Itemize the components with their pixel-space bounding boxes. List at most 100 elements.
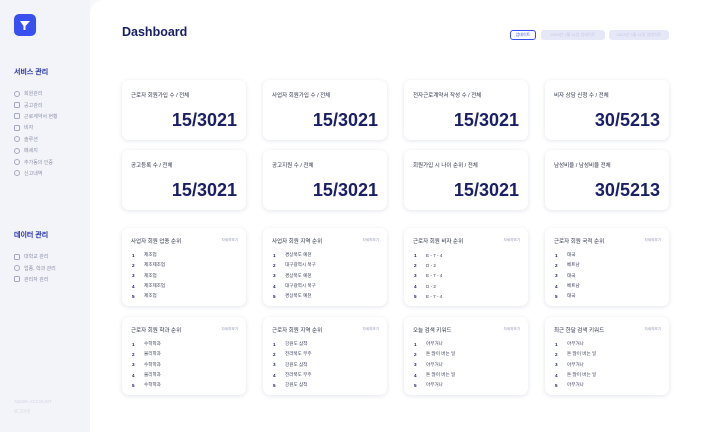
list-item: 5 태국 [555,293,576,299]
list-item: 4 베트남 [555,283,580,289]
list-item: 2 베트남 [555,262,580,268]
user-icon [14,90,20,97]
list-item: 5 제조업 [132,293,157,299]
sidebar-item-message[interactable]: 메세지 [14,145,86,156]
stat-label: 공고지원 수 / 전체 [272,163,314,169]
sidebar-item-visa[interactable]: 비자 [14,122,86,133]
logout-link[interactable]: 로그아웃 [14,409,31,415]
more-link[interactable]: 자세히보기 [221,238,238,243]
tab-update[interactable]: 업데이트 [510,30,536,40]
ranking-title: 오늘 검색 키워드 [413,328,452,334]
stat-value: 15/3021 [312,180,378,200]
ranking-title: 근로자 회원 비자 순위 [413,239,464,245]
sidebar-item-consent[interactable]: 추가동의 인증 [14,156,86,167]
sidebar-item-members[interactable]: 회원관리 [14,88,86,99]
ranking-card: 근로자 회원 비자 순위 자세히보기 1E - 7 - 4 2D - 2 3E … [404,228,528,306]
list-item: 5 아무거나 [414,382,443,388]
list-item: 5 경상북도 예천 [273,293,312,299]
stat-label: 남성비율 / 남성비율 전체 [554,163,611,169]
more-link[interactable]: 자세히보기 [221,327,238,332]
list-item: 4D - 2 [414,283,436,289]
list-item: 1E - 7 - 4 [414,252,443,258]
stat-label: 비자 상담 신청 수 / 전체 [554,93,609,99]
list-item: 3 경상북도 예천 [273,272,312,279]
stat-label: 전자근로계약서 작성 수 / 전체 [413,93,482,99]
list-item: 4 물리학과 [132,372,161,378]
stat-card: 회원가입 시 나이 순위 / 전체 15/3021 [404,150,528,210]
stat-card: 근로자 회원가입 수 / 전체 15/3021 [122,80,246,140]
sidebar-item-jobs[interactable]: 공고관리 [14,99,86,110]
stat-card: 공고지원 수 / 전체 15/3021 [263,150,387,210]
more-link[interactable]: 자세히보기 [362,327,379,332]
list-item: 2돈 많이 버는 일 [555,351,597,357]
stat-value: 15/3021 [312,110,378,130]
tab-date-2[interactable]: 2023년 3월 31일 업데이트 [609,30,669,40]
sidebar-item-university[interactable]: 대학교 관리 [14,251,86,262]
ranking-card: 근로자 회원 지역 순위 자세히보기 1 강원도 삼척 2 전라북도 무주 3 강원도… [263,317,387,395]
ranking-card: 사업자 회원 업종 순위 자세히보기 1 제조업 2 제조제조업 3 제조업 4 제조제… [122,228,246,306]
list-item: 4돈 많이 버는 일 [555,372,597,378]
more-link[interactable]: 자세히보기 [503,238,520,243]
logo-icon[interactable] [14,14,36,36]
ranking-title: 근로자 회원 지역 순위 [272,328,323,334]
stat-card: 남성비율 / 남성비율 전체 30/5213 [545,150,669,210]
chat-icon [14,147,20,154]
sidebar-item-solution[interactable]: 솔루션 [14,134,86,145]
list-item: 3 태국 [555,272,576,279]
ranking-card: 최근 한달 검색 키워드 자세히보기 1 아무거나 2돈 많이 버는 일 3 아무거… [545,317,669,395]
list-item: 1 태국 [555,252,576,258]
list-item: 3 아무거나 [555,361,584,368]
school-icon [14,253,20,260]
data-menu: 대학교 관리 업종, 학과 관리 관리자 관리 [14,251,86,285]
sidebar-item-contracts[interactable]: 근로계약서 현황 [14,111,86,122]
id-card-icon [14,124,20,131]
more-link[interactable]: 자세히보기 [644,238,661,243]
list-item: 3 제조업 [132,272,157,279]
sidebar-item-reports[interactable]: 신고내역 [14,168,86,179]
user-check-icon [14,159,20,166]
admin-account-label: ADMIN ACCOUNT [14,399,52,404]
user-icon [14,265,20,272]
tab-date-1[interactable]: 2023년 3월 31일 업데이트 [541,30,605,40]
list-item: 4돈 많이 버는 일 [414,372,456,378]
list-item: 3 수학학과 [132,361,161,368]
more-link[interactable]: 자세히보기 [503,327,520,332]
list-item: 4 전라북도 무주 [273,372,312,378]
ranking-title: 근로자 회원 국적 순위 [554,239,605,245]
stat-value: 15/3021 [171,110,237,130]
stat-value: 15/3021 [171,180,237,200]
list-item: 1 제조업 [132,252,157,258]
page-title: Dashboard [122,25,188,39]
sidebar: 서비스 관리 회원관리 공고관리 근로계약서 현황 비자 솔루션 메세지 추가동… [0,0,90,432]
sidebar-item-industry[interactable]: 업종, 학과 관리 [14,262,86,273]
list-item: 5 아무거나 [555,382,584,388]
more-link[interactable]: 자세히보기 [362,238,379,243]
document-icon [14,113,20,120]
list-item: 2D - 2 [414,262,436,268]
ranking-card: 근로자 회원 학과 순위 자세히보기 1 수학학과 2 물리학과 3 수학학과 4 물리… [122,317,246,395]
sidebar-item-admins[interactable]: 관리자 관리 [14,274,86,285]
list-item: 2돈 많이 버는 일 [414,351,456,357]
bulb-icon [14,136,20,143]
list-item: 1 강원도 삼척 [273,341,308,347]
lock-icon [14,276,20,283]
list-item: 4 제조제조업 [132,283,166,289]
stat-label: 근로자 회원가입 수 / 전체 [131,93,190,99]
more-link[interactable]: 자세히보기 [644,327,661,332]
list-item: 2 제조제조업 [132,262,166,268]
stat-card: 비자 상담 신청 수 / 전체 30/5213 [545,80,669,140]
ranking-card: 근로자 회원 국적 순위 자세히보기 1 태국 2 베트남 3 태국 4 베트남 5 태국 [545,228,669,306]
list-item: 3E - 7 - 4 [414,273,443,279]
list-item: 5 수학학과 [132,382,161,388]
alert-icon [14,170,20,177]
list-item: 1 경상북도 예천 [273,252,312,258]
stat-label: 회원가입 시 나이 순위 / 전체 [413,163,478,169]
ranking-title: 근로자 회원 학과 순위 [131,328,182,334]
service-section-title: 서비스 관리 [14,69,49,76]
ranking-title: 사업자 회원 지역 순위 [272,239,323,245]
stat-label: 사업자 회원가입 수 / 전체 [272,93,331,99]
service-menu: 회원관리 공고관리 근로계약서 현황 비자 솔루션 메세지 추가동의 인증 신고… [14,88,86,179]
stat-label: 공고등록 수 / 전체 [131,163,173,169]
ranking-card: 사업자 회원 지역 순위 자세히보기 1 경상북도 예천 2 대구광역시 북구 3경… [263,228,387,306]
list-item: 2 대구광역시 북구 [273,262,316,268]
